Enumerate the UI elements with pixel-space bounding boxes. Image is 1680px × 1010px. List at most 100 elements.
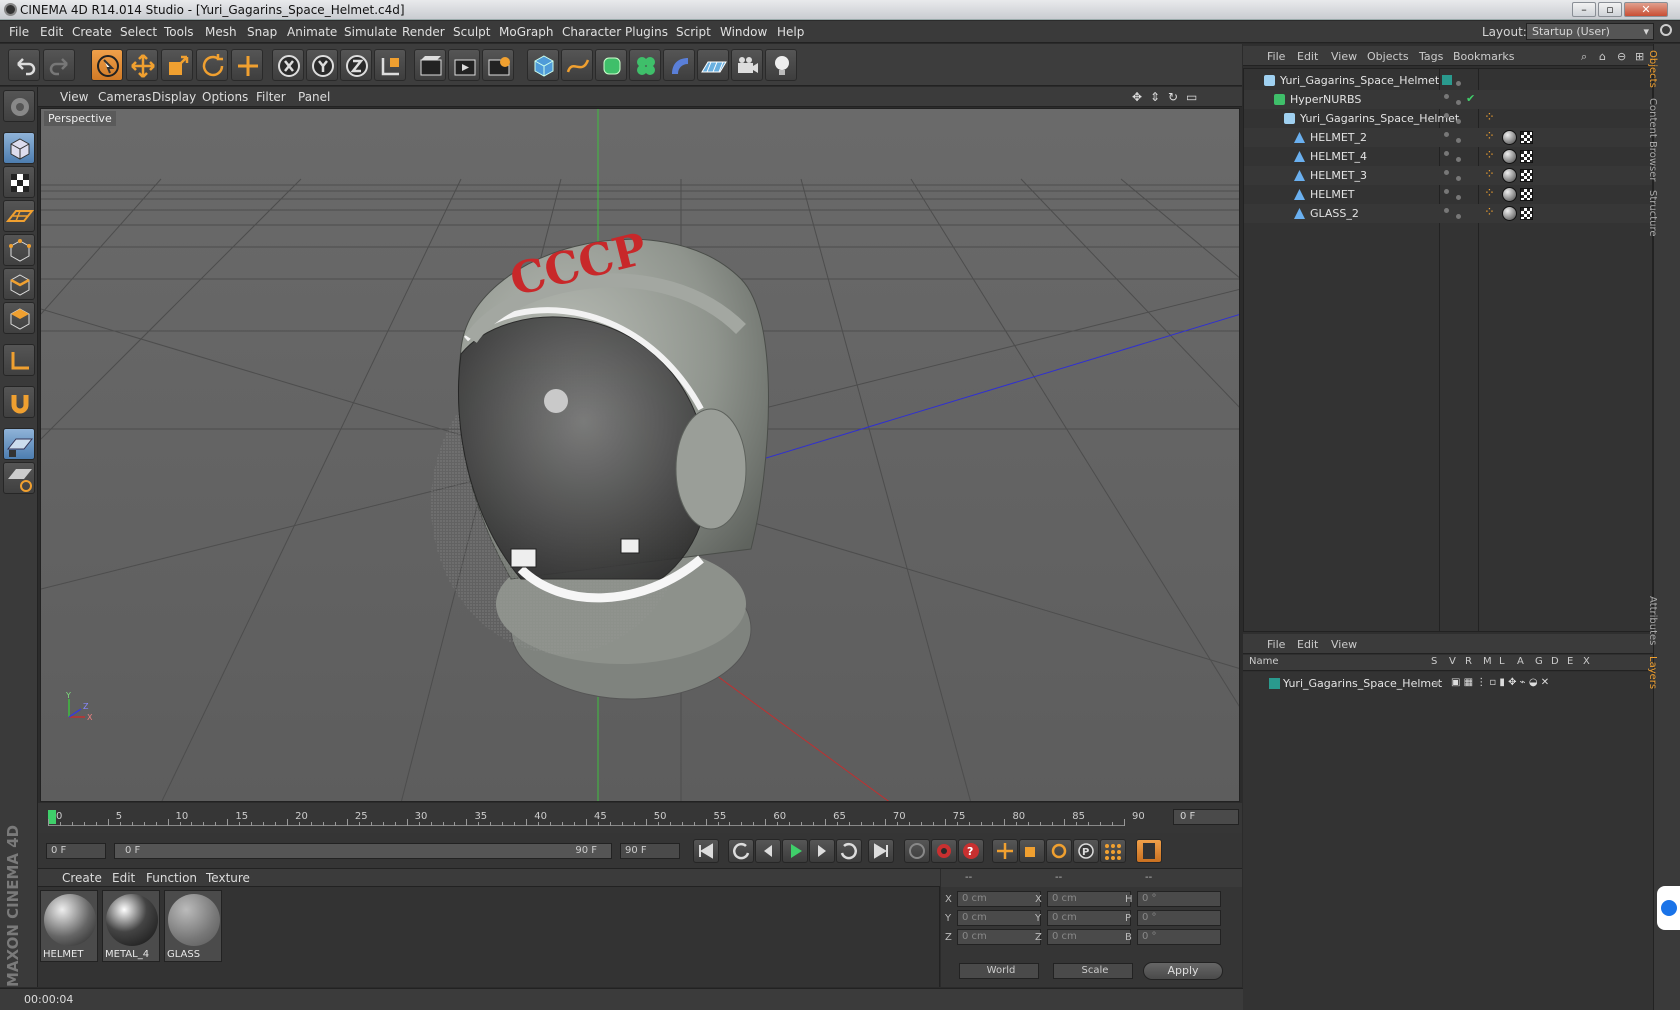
search-icon[interactable] xyxy=(1660,24,1672,36)
make-editable-button[interactable] xyxy=(3,90,35,122)
layer-solo-toggle[interactable] xyxy=(1435,681,1440,686)
coordinate-system-toggle[interactable] xyxy=(374,49,406,81)
material-menu-function[interactable]: Function xyxy=(146,871,197,885)
key-scale-toggle[interactable] xyxy=(1019,839,1045,863)
render-visibility-dot[interactable] xyxy=(1456,214,1461,219)
material-tag-icon[interactable] xyxy=(1502,187,1517,202)
viewport-menu-filter[interactable]: Filter xyxy=(256,90,286,104)
menu-plugins[interactable]: Plugins xyxy=(625,25,668,39)
coord-value-field[interactable]: 0 cm xyxy=(1047,891,1131,907)
tab-objects[interactable]: Objects xyxy=(1647,50,1658,88)
perspective-viewport[interactable]: CCCP Y X Z Perspective xyxy=(40,108,1240,802)
next-frame-button[interactable] xyxy=(809,839,835,863)
live-selection-tool[interactable] xyxy=(91,49,123,81)
scale-tool[interactable] xyxy=(161,49,193,81)
floor-button[interactable] xyxy=(697,49,729,81)
material-swatch-glass[interactable]: GLASS xyxy=(164,890,222,962)
material-swatch-helmet[interactable]: HELMET xyxy=(40,890,98,962)
menu-mograph[interactable]: MoGraph xyxy=(499,25,554,39)
go-to-end-button[interactable] xyxy=(868,839,894,863)
keyframe-selection-button[interactable]: ? xyxy=(958,839,984,863)
phong-tag-icon[interactable]: ⁘ xyxy=(1484,186,1495,201)
tab-attributes[interactable]: Attributes xyxy=(1647,596,1658,645)
play-button[interactable] xyxy=(782,839,808,863)
enabled-check-icon[interactable]: ✔ xyxy=(1466,92,1475,105)
texture-tag-icon[interactable] xyxy=(1520,169,1533,182)
cloner-button[interactable] xyxy=(629,49,661,81)
render-to-picture-viewer-button[interactable] xyxy=(448,49,480,81)
layer-color-tag[interactable] xyxy=(1442,75,1452,85)
object-name[interactable]: HELMET xyxy=(1310,188,1355,201)
render-settings-button[interactable] xyxy=(482,49,514,81)
coord-value-field[interactable]: 0 cm xyxy=(1047,910,1131,926)
coord-value-field[interactable]: 0 cm xyxy=(957,891,1041,907)
object-name[interactable]: GLASS_2 xyxy=(1310,207,1359,220)
object-name[interactable]: HELMET_2 xyxy=(1310,131,1367,144)
material-tag-icon[interactable] xyxy=(1502,206,1517,221)
spline-pen-button[interactable] xyxy=(561,49,593,81)
menu-snap[interactable]: Snap xyxy=(247,25,277,39)
key-parameter-toggle[interactable]: P xyxy=(1073,839,1099,863)
obj-menu-objects[interactable]: Objects xyxy=(1367,50,1409,63)
viewport-menu-cameras[interactable]: Cameras xyxy=(98,90,151,104)
menu-simulate[interactable]: Simulate xyxy=(344,25,397,39)
layer-column-header[interactable]: A xyxy=(1517,656,1524,667)
phong-tag-icon[interactable]: ⁘ xyxy=(1484,129,1495,144)
start-frame-field[interactable]: 0 F xyxy=(46,843,106,859)
current-frame-marker[interactable] xyxy=(48,810,56,824)
menu-render[interactable]: Render xyxy=(402,25,445,39)
texture-tag-icon[interactable] xyxy=(1520,207,1533,220)
z-axis-lock[interactable] xyxy=(340,49,372,81)
menu-character[interactable]: Character xyxy=(562,25,621,39)
menu-select[interactable]: Select xyxy=(120,25,157,39)
light-button[interactable] xyxy=(765,49,797,81)
menu-file[interactable]: File xyxy=(9,25,29,39)
coord-value-field[interactable]: 0 cm xyxy=(1047,929,1131,945)
model-mode-button[interactable] xyxy=(3,132,35,164)
viewport-menu-panel[interactable]: Panel xyxy=(298,90,330,104)
previous-key-button[interactable] xyxy=(728,839,754,863)
home-icon[interactable]: ⌂ xyxy=(1599,50,1606,63)
material-menu-texture[interactable]: Texture xyxy=(206,871,250,885)
layer-column-header[interactable]: Name xyxy=(1249,656,1279,667)
workplane-mode-button[interactable] xyxy=(3,200,35,232)
viewport-menu-options[interactable]: Options xyxy=(202,90,248,104)
editor-visibility-dot[interactable] xyxy=(1444,151,1449,156)
layer-column-header[interactable]: S xyxy=(1431,656,1437,667)
teamviewer-icon[interactable] xyxy=(1657,886,1680,930)
frame-range-slider[interactable]: 0 F 90 F xyxy=(114,843,612,859)
viewport-move-icon[interactable]: ✥ xyxy=(1132,90,1142,104)
camera-button[interactable] xyxy=(731,49,763,81)
key-point-level-toggle[interactable] xyxy=(1100,839,1126,863)
material-tag-icon[interactable] xyxy=(1502,130,1517,145)
object-row[interactable]: HELMET_4 ⁘ xyxy=(1244,147,1652,166)
obj-menu-edit[interactable]: Edit xyxy=(1297,50,1318,63)
layer-column-header[interactable]: X xyxy=(1583,656,1590,667)
axis-mode-button[interactable] xyxy=(3,344,35,376)
render-visibility-dot[interactable] xyxy=(1456,81,1461,86)
object-row[interactable]: HELMET_2 ⁘ xyxy=(1244,128,1652,147)
menu-create[interactable]: Create xyxy=(72,25,112,39)
deformer-button[interactable] xyxy=(663,49,695,81)
timeline-window-button[interactable] xyxy=(1136,839,1162,863)
viewport-menu-display[interactable]: Display xyxy=(152,90,196,104)
points-mode-button[interactable] xyxy=(3,234,35,266)
editor-visibility-dot[interactable] xyxy=(1444,170,1449,175)
cube-object-button[interactable] xyxy=(527,49,559,81)
obj-menu-tags[interactable]: Tags xyxy=(1419,50,1443,63)
object-name[interactable]: HyperNURBS xyxy=(1290,93,1361,106)
minimize-icon[interactable]: ⊖ xyxy=(1617,50,1626,63)
tab-structure[interactable]: Structure xyxy=(1647,190,1658,237)
add-object-tool[interactable] xyxy=(231,49,263,81)
layer-column-header[interactable]: M xyxy=(1483,656,1492,667)
texture-tag-icon[interactable] xyxy=(1520,188,1533,201)
menu-mesh[interactable]: Mesh xyxy=(205,25,237,39)
redo-button[interactable] xyxy=(43,49,75,81)
maximize-button[interactable]: ▫ xyxy=(1598,2,1622,17)
render-visibility-dot[interactable] xyxy=(1456,176,1461,181)
viewport-zoom-icon[interactable]: ⇕ xyxy=(1150,90,1160,104)
object-row[interactable]: GLASS_2 ⁘ xyxy=(1244,204,1652,223)
editor-visibility-dot[interactable] xyxy=(1444,208,1449,213)
size-mode-select[interactable]: Scale xyxy=(1053,963,1133,979)
coordinate-mode-select[interactable]: World xyxy=(959,963,1039,979)
